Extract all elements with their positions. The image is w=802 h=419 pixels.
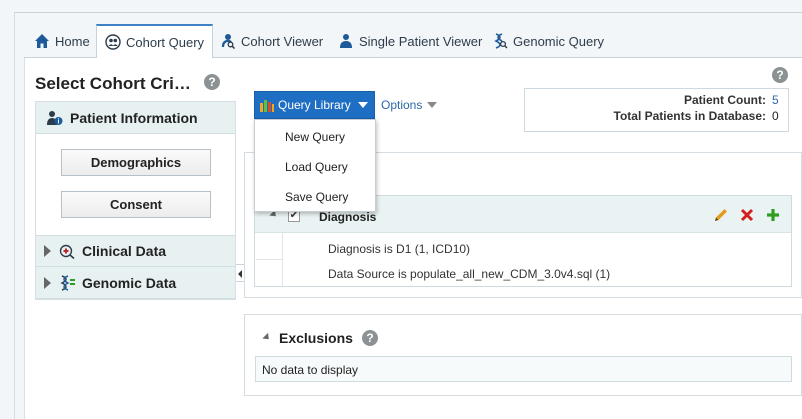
tab-single-patient-viewer-label: Single Patient Viewer (359, 33, 483, 49)
patient-count-value[interactable]: 5 (772, 93, 780, 107)
genomic-data-icon (60, 274, 75, 291)
menu-item-load-query[interactable]: Load Query (285, 160, 348, 174)
demographics-button[interactable]: Demographics (61, 149, 211, 176)
tab-cohort-viewer-label: Cohort Viewer (241, 33, 324, 49)
menu-item-save-query[interactable]: Save Query (285, 190, 348, 204)
edit-pencil-icon[interactable] (713, 207, 729, 223)
options-menu[interactable]: Options (381, 98, 438, 112)
total-patients-value: 0 (772, 109, 779, 123)
patient-information-label: Patient Information (70, 109, 198, 126)
cohort-viewer-icon (221, 34, 236, 49)
exclusions-help-icon[interactable]: ? (362, 330, 378, 346)
tab-cohort-query[interactable]: Cohort Query (96, 24, 214, 59)
condition-data-source: Data Source is populate_all_new_CDM_3.0v… (328, 267, 611, 281)
total-patients-label: Total Patients in Database: (613, 109, 766, 123)
left-border (14, 12, 15, 419)
clinical-data-header[interactable]: Clinical Data (36, 235, 235, 267)
consent-button[interactable]: Consent (61, 191, 211, 218)
patient-info-icon: i (47, 110, 63, 125)
tab-genomic-query-label: Genomic Query (513, 33, 605, 49)
patient-count-box: Patient Count: 5 Total Patients in Datab… (524, 88, 789, 132)
expand-triangle-icon (44, 276, 51, 289)
select-cohort-criteria-title: Select Cohort Cri… (35, 74, 191, 93)
patient-information-header[interactable]: i Patient Information (36, 102, 235, 134)
svg-text:i: i (58, 118, 60, 125)
query-library-label: Query Library (278, 98, 351, 112)
query-library-button[interactable]: Query Library (254, 91, 375, 119)
tab-cohort-viewer[interactable]: Cohort Viewer (212, 24, 331, 58)
main-tabbar: Home Cohort Query Cohort Viewer Single P… (24, 24, 802, 59)
clinical-data-icon (59, 244, 75, 259)
genomic-data-header[interactable]: Genomic Data (36, 267, 235, 299)
tab-genomic-query[interactable]: Genomic Query (484, 24, 612, 58)
exclusions-panel (244, 314, 802, 396)
options-label: Options (381, 98, 423, 112)
chevron-down-icon (427, 102, 438, 108)
total-patients-row: Total Patients in Database: 0 (614, 109, 780, 123)
patient-count-help-icon[interactable]: ? (772, 67, 788, 83)
criteria-accordion: i Patient Information Demographics Conse… (35, 101, 236, 300)
add-plus-icon[interactable] (765, 207, 781, 223)
tab-home-label: Home (55, 33, 90, 49)
chevron-down-icon (357, 102, 368, 108)
delete-x-icon[interactable] (739, 207, 755, 223)
diagnosis-title: Diagnosis (319, 210, 377, 224)
genomic-query-icon (494, 33, 508, 49)
select-criteria-help-icon[interactable]: ? (204, 74, 220, 90)
clinical-data-label: Clinical Data (82, 243, 167, 259)
patient-icon (340, 34, 352, 48)
diagnosis-actions (713, 207, 781, 223)
home-icon (35, 34, 49, 48)
cohort-query-icon (105, 34, 121, 50)
tab-home[interactable]: Home (26, 24, 98, 58)
tree-connector (256, 259, 282, 260)
condition-diagnosis: Diagnosis is D1 (1, ICD10) (328, 242, 471, 256)
exclusions-empty-message: No data to display (255, 356, 792, 382)
top-border (14, 12, 802, 13)
tree-connector (282, 233, 283, 287)
exclusions-title: Exclusions (279, 330, 353, 346)
menu-item-new-query[interactable]: New Query (285, 130, 345, 144)
patient-count-label: Patient Count: (684, 93, 766, 107)
tab-cohort-query-label: Cohort Query (126, 34, 205, 50)
genomic-data-label: Genomic Data (82, 274, 177, 291)
query-library-menu: New Query Load Query Save Query (254, 119, 376, 212)
tab-single-patient-viewer[interactable]: Single Patient Viewer (330, 24, 490, 58)
expand-triangle-icon (44, 245, 51, 257)
query-library-icon (260, 99, 274, 112)
patient-count-row: Patient Count: 5 (684, 93, 780, 107)
